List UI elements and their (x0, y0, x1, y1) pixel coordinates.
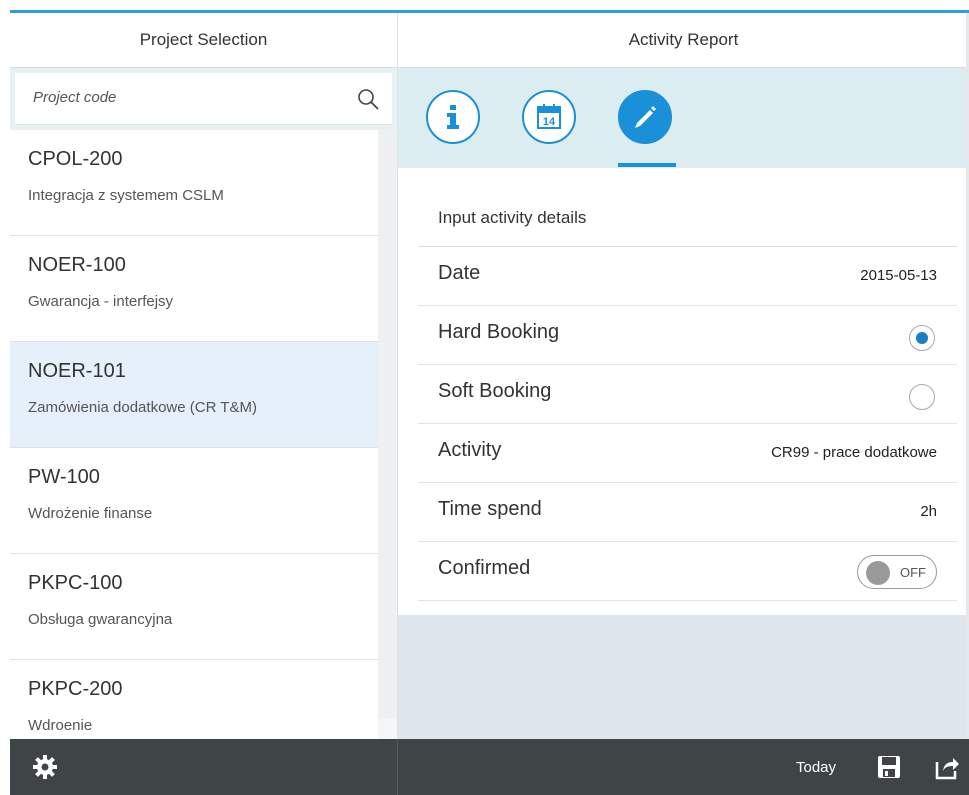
list-item[interactable]: PW-100 Wdrożenie finanse (10, 448, 378, 554)
hard-booking-radio[interactable] (909, 325, 935, 351)
project-description: Wdroenie (28, 717, 93, 734)
info-icon (447, 105, 459, 129)
project-code: PW-100 (28, 466, 100, 488)
time-spend-row[interactable]: Time spend 2h (418, 483, 957, 542)
date-label: Date (438, 262, 481, 284)
hard-booking-label: Hard Booking (438, 321, 560, 343)
project-code: CPOL-200 (28, 148, 123, 170)
project-description: Gwarancja - interfejsy (28, 293, 174, 310)
list-item[interactable]: PKPC-100 Obsługa gwarancyjna (10, 554, 378, 660)
confirmed-toggle[interactable]: OFF (857, 555, 937, 589)
soft-booking-radio[interactable] (909, 384, 935, 410)
master-footer (10, 739, 397, 795)
project-code: NOER-101 (28, 360, 126, 382)
soft-booking-row[interactable]: Soft Booking (418, 365, 957, 424)
project-description: Zamówienia dodatkowe (CR T&M) (28, 399, 257, 416)
form-rows: Date 2015-05-13 Hard Booking Soft Bookin… (418, 246, 957, 601)
project-code: PKPC-200 (28, 678, 123, 700)
date-value[interactable]: 2015-05-13 (860, 267, 937, 284)
share-icon[interactable] (934, 754, 960, 780)
project-list: CPOL-200 Integracja z systemem CSLM NOER… (10, 130, 378, 739)
project-description: Wdrożenie finanse (28, 505, 153, 522)
project-code: NOER-100 (28, 254, 126, 276)
list-item[interactable]: CPOL-200 Integracja z systemem CSLM (10, 130, 378, 236)
detail-footer: Today (398, 739, 969, 795)
detail-title: Activity Report (398, 13, 969, 68)
project-selection-pane: Project Selection Project code CPOL-200 … (10, 13, 398, 739)
activity-report-pane: Activity Report 14 Input activity detail… (398, 13, 969, 739)
date-row[interactable]: Date 2015-05-13 (418, 247, 957, 306)
calendar-icon: 14 (537, 104, 561, 129)
project-description: Obsługa gwarancyjna (28, 611, 173, 628)
list-scrollbar[interactable] (378, 130, 397, 718)
search-input[interactable]: Project code (15, 73, 392, 125)
activity-value[interactable]: CR99 - prace dodatkowe (771, 444, 937, 461)
list-item[interactable]: NOER-100 Gwarancja - interfejsy (10, 236, 378, 342)
project-description: Integracja z systemem CSLM (28, 187, 224, 204)
search-bar: Project code (10, 68, 397, 130)
tab-calendar[interactable]: 14 (522, 90, 576, 144)
today-button[interactable]: Today (796, 759, 836, 776)
hard-booking-row[interactable]: Hard Booking (418, 306, 957, 365)
activity-form: Input activity details Date 2015-05-13 H… (398, 168, 969, 615)
toggle-text: OFF (900, 565, 926, 580)
master-title: Project Selection (10, 13, 397, 68)
section-title: Input activity details (438, 208, 587, 227)
gear-icon[interactable] (32, 754, 58, 780)
list-item[interactable]: PKPC-200 Wdroenie (10, 660, 378, 739)
pencil-icon (635, 106, 656, 128)
save-icon[interactable] (876, 754, 902, 780)
project-code: PKPC-100 (28, 572, 123, 594)
time-spend-label: Time spend (438, 498, 542, 520)
tab-info[interactable] (426, 90, 480, 144)
confirmed-label: Confirmed (438, 557, 531, 579)
list-scrollbar-thumb[interactable] (378, 718, 397, 739)
soft-booking-label: Soft Booking (438, 380, 552, 402)
list-item-selected[interactable]: NOER-101 Zamówienia dodatkowe (CR T&M) (10, 342, 378, 448)
search-placeholder: Project code (33, 89, 117, 106)
time-spend-value[interactable]: 2h (920, 503, 937, 520)
confirmed-row[interactable]: Confirmed OFF (418, 542, 957, 601)
active-tab-indicator (618, 163, 676, 167)
activity-row[interactable]: Activity CR99 - prace dodatkowe (418, 424, 957, 483)
icon-tab-bar: 14 (398, 68, 969, 168)
search-icon[interactable] (356, 87, 380, 111)
activity-label: Activity (438, 439, 502, 461)
toggle-knob (866, 561, 890, 585)
calendar-day: 14 (543, 116, 556, 128)
tab-edit[interactable] (618, 90, 672, 144)
